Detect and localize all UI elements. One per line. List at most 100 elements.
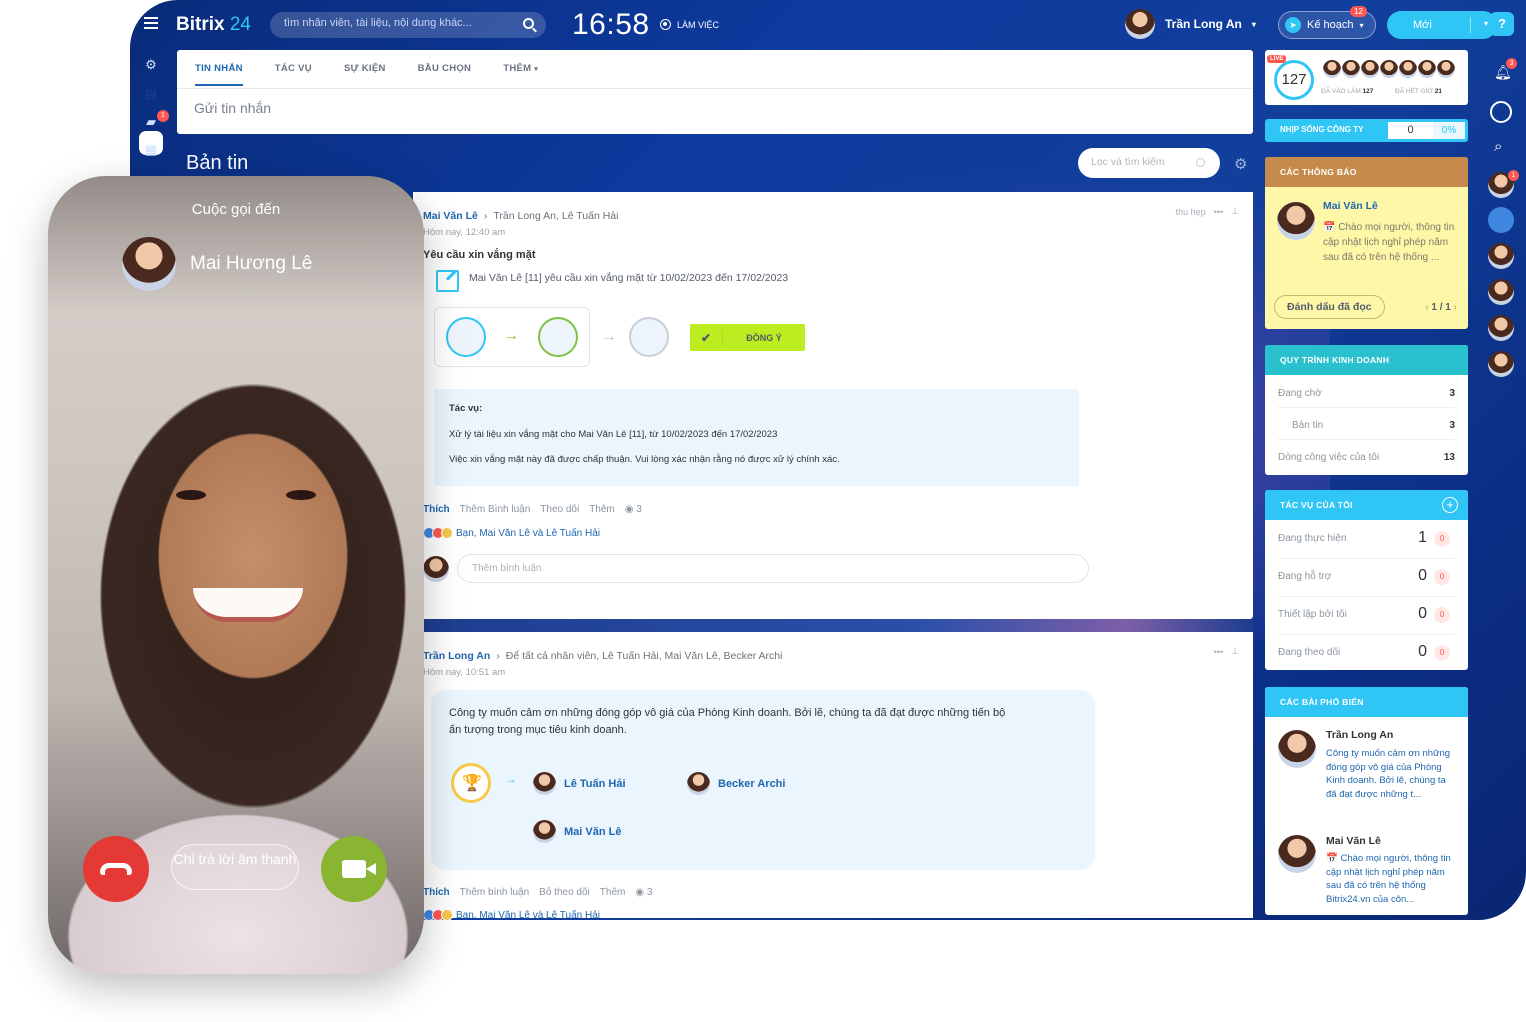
notice-text[interactable]: 📅 Chào mọi người, thông tin cập nhật lịc…: [1323, 220, 1457, 265]
popular-author[interactable]: Trần Long An: [1326, 729, 1393, 741]
attendance-widget[interactable]: LIVE 127 ĐÃ VÀO LÀM 127 ĐÃ HẾT GIỜ 21: [1265, 50, 1468, 105]
gear-icon[interactable]: ⚙: [1234, 155, 1247, 173]
task-row-badge[interactable]: 0: [1434, 569, 1450, 585]
post-recipients[interactable]: Trần Long An, Lê Tuấn Hải: [493, 210, 618, 222]
search-icon[interactable]: [523, 18, 534, 29]
receiver[interactable]: Lê Tuấn Hải: [533, 772, 626, 795]
follow-button[interactable]: Theo dõi: [540, 504, 579, 515]
task-row-badge[interactable]: 0: [1434, 531, 1450, 547]
unfollow-button[interactable]: Bỏ theo dõi: [539, 887, 590, 898]
post-author[interactable]: Trần Long An: [423, 650, 490, 662]
views-count: 3: [646, 887, 653, 898]
workflow-icon[interactable]: ⚙: [143, 58, 159, 72]
collapse-link[interactable]: thu hẹp: [1176, 207, 1206, 217]
widget-heading: TÁC VỤ CỦA TÔI: [1265, 490, 1468, 520]
search-icon[interactable]: [1196, 158, 1205, 167]
task-row-count[interactable]: 0: [1418, 643, 1427, 661]
widget-heading: CÁC THÔNG BÁO: [1265, 157, 1468, 187]
help-icon[interactable]: ?: [1490, 12, 1514, 36]
filter-input[interactable]: [1091, 156, 1191, 168]
notice-pager[interactable]: ‹ 1 / 1 ›: [1425, 302, 1457, 313]
post-author[interactable]: Mai Văn Lê: [423, 210, 478, 222]
receiver-name[interactable]: Lê Tuấn Hải: [564, 778, 626, 790]
reactions-text[interactable]: Bạn, Mai Văn Lê và Lê Tuấn Hải: [456, 528, 600, 539]
receiver[interactable]: Mai Văn Lê: [533, 820, 621, 843]
pin-icon[interactable]: ⊥: [1231, 206, 1239, 217]
task-row-label[interactable]: Thiết lập bởi tôi: [1278, 609, 1347, 620]
task-row-badge[interactable]: 0: [1434, 645, 1450, 661]
task-row-label[interactable]: Đang hỗ trợ: [1278, 571, 1331, 582]
task-row-label[interactable]: Đang theo dõi: [1278, 647, 1340, 658]
workflow-row-label[interactable]: Bản tin: [1292, 420, 1323, 431]
reactions[interactable]: Bạn, Mai Văn Lê và Lê Tuấn Hải: [423, 909, 600, 920]
more-button[interactable]: Thêm: [600, 887, 626, 898]
task-row-label[interactable]: Đang thực hiện: [1278, 533, 1346, 544]
search-input[interactable]: [284, 17, 504, 29]
user-menu[interactable]: Trần Long An ▾: [1125, 9, 1256, 39]
popular-author[interactable]: Mai Văn Lê: [1326, 835, 1381, 847]
workflow-row-label[interactable]: Đang chờ: [1278, 388, 1322, 399]
contact-avatar[interactable]: [1488, 351, 1514, 377]
mark-read-button[interactable]: Đánh dấu đã đọc: [1274, 295, 1385, 319]
chevron-left-icon[interactable]: ‹: [1425, 302, 1428, 313]
task-row-count[interactable]: 0: [1418, 567, 1427, 585]
contact-avatar[interactable]: [1488, 243, 1514, 269]
contact-avatar[interactable]: [1488, 279, 1514, 305]
task-row-badge[interactable]: 0: [1434, 607, 1450, 623]
tab-event[interactable]: SỰ KIỆN: [344, 63, 386, 86]
contact-avatar[interactable]: [1488, 315, 1514, 341]
tab-more[interactable]: THÊM ▾: [503, 63, 538, 86]
notification-badge: 3: [1506, 58, 1517, 69]
work-status[interactable]: LÀM VIỆC: [660, 19, 719, 30]
tab-message[interactable]: TIN NHẮN: [195, 63, 243, 86]
caller-photo-detail: [176, 490, 206, 500]
logo-number: 24: [229, 14, 251, 35]
avatar[interactable]: [629, 317, 669, 357]
post-recipients[interactable]: Để tất cả nhân viên, Lê Tuấn Hải, Mai Vă…: [506, 650, 783, 662]
workflow-row-label[interactable]: Dòng công việc của tôi: [1278, 452, 1379, 463]
global-search[interactable]: [270, 12, 546, 38]
receiver-name[interactable]: Mai Văn Lê: [564, 826, 621, 838]
chevron-right-icon[interactable]: ›: [1454, 302, 1457, 313]
attendee-avatars[interactable]: [1323, 60, 1455, 78]
calendar-icon[interactable]: ▦: [143, 143, 159, 157]
logo[interactable]: Bitrix 24: [176, 14, 251, 36]
messenger-icon[interactable]: [1490, 101, 1512, 123]
notice-author[interactable]: Mai Văn Lê: [1323, 200, 1378, 212]
avatar[interactable]: [446, 317, 486, 357]
feed-filter[interactable]: [1078, 148, 1220, 178]
decline-call-button[interactable]: [83, 836, 149, 902]
group-chat-icon[interactable]: [1488, 207, 1514, 233]
search-icon[interactable]: ⌕: [1494, 138, 1502, 155]
comment-button[interactable]: Thêm bình luận: [460, 887, 530, 898]
more-icon[interactable]: •••: [1214, 647, 1223, 657]
company-pulse[interactable]: NHỊP SỐNG CÔNG TY 0 0%: [1265, 119, 1468, 142]
pin-icon[interactable]: ⊥: [1231, 646, 1239, 657]
user-name: Trần Long An: [1165, 17, 1242, 31]
menu-icon[interactable]: [144, 17, 158, 29]
feed-icon[interactable]: ▤: [143, 87, 159, 101]
comment-button[interactable]: Thêm Bình luận: [460, 504, 531, 515]
receiver-name[interactable]: Becker Archi: [718, 778, 785, 790]
comment-input[interactable]: Thêm bình luận: [457, 554, 1089, 583]
approve-button[interactable]: ✔ ĐỒNG Ý: [690, 324, 805, 351]
answer-audio-button[interactable]: Chỉ trả lời âm thanh: [171, 844, 299, 890]
tab-poll[interactable]: BẦU CHỌN: [418, 63, 472, 86]
tab-task[interactable]: TÁC VỤ: [275, 63, 312, 86]
like-button[interactable]: Thích: [423, 887, 450, 898]
receiver[interactable]: Becker Archi: [687, 772, 785, 795]
task-row-count[interactable]: 1: [1418, 529, 1427, 547]
reactions[interactable]: Bạn, Mai Văn Lê và Lê Tuấn Hải: [423, 527, 600, 539]
planner-button[interactable]: ➤ Kế hoạch ▾ 12: [1278, 6, 1376, 39]
add-task-icon[interactable]: +: [1442, 497, 1458, 513]
like-button[interactable]: Thích: [423, 504, 450, 515]
more-button[interactable]: Thêm: [589, 504, 615, 515]
avatar[interactable]: [538, 317, 578, 357]
task-row-count[interactable]: 0: [1418, 605, 1427, 623]
answer-video-button[interactable]: [321, 836, 387, 902]
more-icon[interactable]: •••: [1214, 207, 1223, 217]
message-input[interactable]: Gửi tin nhắn: [194, 100, 271, 116]
popular-text[interactable]: 📅 Chào mọi người, thông tin cập nhật lịc…: [1326, 852, 1458, 906]
reactions-text[interactable]: Bạn, Mai Văn Lê và Lê Tuấn Hải: [456, 910, 600, 921]
popular-text[interactable]: Công ty muốn cảm ơn những đóng góp vô gi…: [1326, 747, 1458, 801]
